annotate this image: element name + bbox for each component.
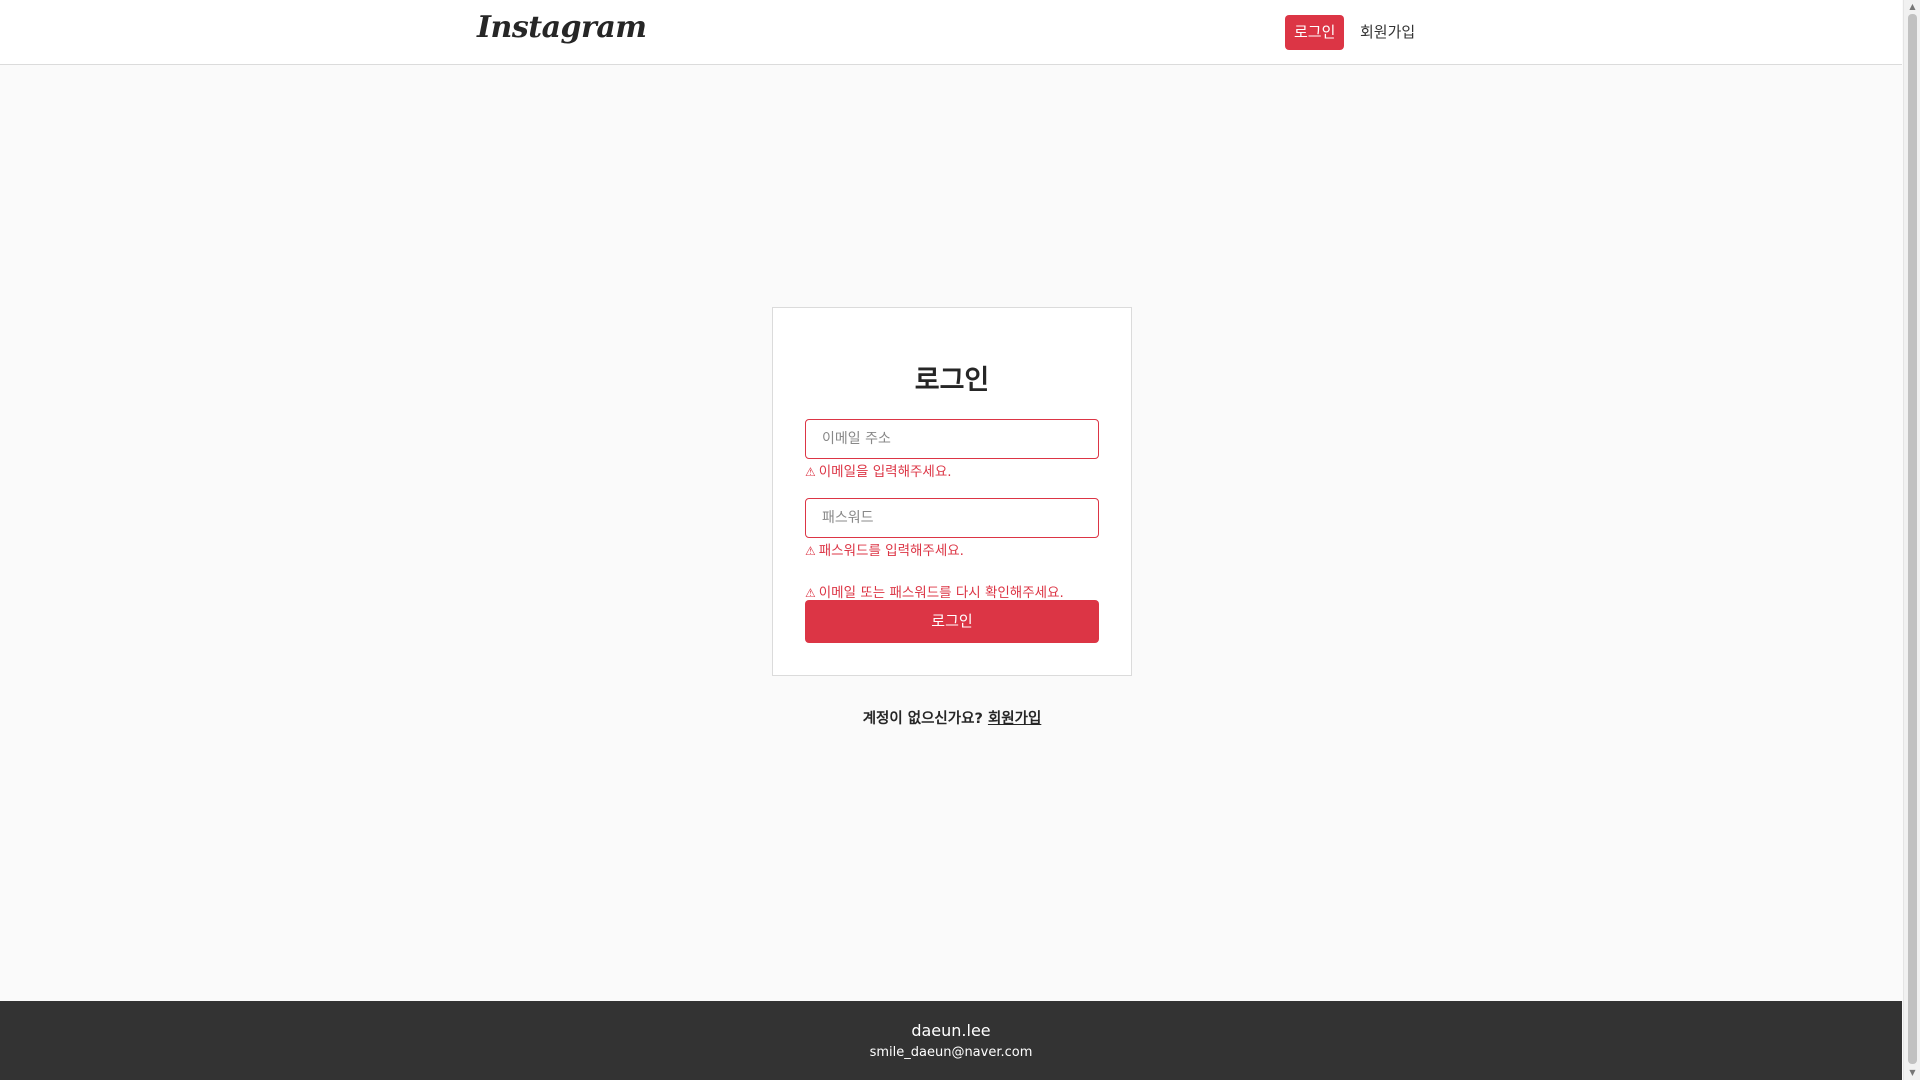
login-card: 로그인 ⚠이메일을 입력해주세요. ⚠패스워드를 입력해주세요. ⚠이메일 또는… — [772, 307, 1132, 676]
signup-prompt-text: 계정이 없으신가요? — [862, 711, 983, 727]
scroll-up-arrow-icon[interactable]: ▲ — [1904, 0, 1920, 14]
nav-signup-link[interactable]: 회원가입 — [1360, 15, 1415, 50]
footer-author-name: daeun.lee — [911, 1021, 991, 1040]
email-input[interactable] — [805, 419, 1099, 459]
nav-login-button[interactable]: 로그인 — [1285, 15, 1345, 50]
footer: daeun.lee smile_daeun@naver.com — [0, 1001, 1902, 1080]
warning-icon: ⚠ — [805, 465, 816, 479]
email-error-text: 이메일을 입력해주세요. — [818, 464, 952, 480]
footer-author-email: smile_daeun@naver.com — [869, 1045, 1033, 1060]
password-input[interactable] — [805, 498, 1099, 538]
signup-link[interactable]: 회원가입 — [988, 711, 1041, 727]
form-error-text: 이메일 또는 패스워드를 다시 확인해주세요. — [818, 585, 1064, 601]
instagram-logo[interactable]: Instagram — [477, 10, 647, 45]
login-submit-button[interactable]: 로그인 — [805, 600, 1099, 643]
password-error-message: ⚠ 패스워드를 입력해주세요. — [805, 539, 964, 559]
warning-icon: ⚠ — [805, 544, 816, 558]
top-navbar: Instagram 로그인 회원가입 — [0, 0, 1902, 65]
login-title: 로그인 — [914, 365, 990, 396]
scrollbar-thumb[interactable] — [1908, 14, 1917, 1064]
page: Instagram 로그인 회원가입 로그인 ⚠이메일을 입력해주세요. ⚠패스… — [0, 0, 1920, 1080]
password-error-text: 패스워드를 입력해주세요. — [818, 543, 964, 559]
warning-icon: ⚠ — [805, 586, 816, 600]
signup-prompt: 계정이 없으신가요? 회원가입 — [772, 707, 1132, 728]
form-error-message: ⚠ 이메일 또는 패스워드를 다시 확인해주세요. — [805, 581, 1064, 601]
scroll-down-arrow-icon[interactable]: ▼ — [1904, 1066, 1920, 1080]
vertical-scrollbar[interactable]: ▲ ▼ — [1903, 0, 1920, 1080]
email-error-message: ⚠ 이메일을 입력해주세요. — [805, 460, 952, 480]
